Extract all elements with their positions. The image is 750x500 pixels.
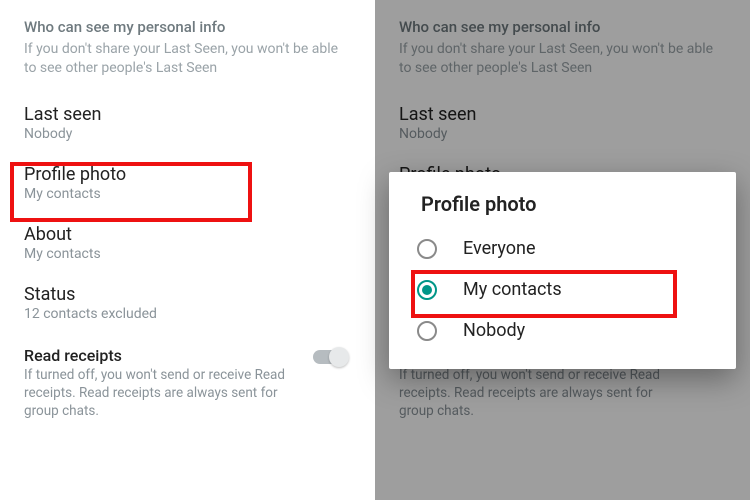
dialog-title: Profile photo [421,192,726,216]
setting-title: Status [24,284,351,305]
privacy-items: Last seen Nobody Profile photo My contac… [0,82,375,431]
setting-title: About [24,224,351,245]
setting-last-seen[interactable]: Last seen Nobody [0,92,375,152]
side-by-side-screenshots: Who can see my personal info If you don'… [0,0,750,500]
radio-icon [417,321,437,341]
radio-icon [417,239,437,259]
privacy-header-title: Who can see my personal info [24,18,351,36]
radio-icon [417,280,437,300]
option-my-contacts[interactable]: My contacts [399,269,726,310]
option-label: Nobody [463,320,525,341]
option-nobody[interactable]: Nobody [399,310,726,351]
profile-photo-dialog: Profile photo Everyone My contacts Nobod… [389,172,736,369]
option-label: My contacts [463,279,562,300]
setting-value: Nobody [24,126,351,142]
setting-profile-photo[interactable]: Profile photo My contacts [0,152,375,212]
setting-title: Last seen [24,104,351,125]
privacy-header-subtitle: If you don't share your Last Seen, you w… [24,40,351,78]
setting-title: Read receipts [24,346,303,365]
privacy-header: Who can see my personal info If you don'… [0,0,375,82]
setting-read-receipts[interactable]: Read receipts If turned off, you won't s… [0,332,375,431]
setting-value: If turned off, you won't send or receive… [24,366,303,421]
setting-value: My contacts [24,186,351,202]
privacy-settings-screen-right: Who can see my personal info If you don'… [375,0,750,500]
option-everyone[interactable]: Everyone [399,228,726,269]
option-label: Everyone [463,238,536,259]
setting-about[interactable]: About My contacts [0,212,375,272]
setting-status[interactable]: Status 12 contacts excluded [0,272,375,332]
setting-value: My contacts [24,246,351,262]
read-receipts-toggle[interactable] [313,350,347,364]
setting-value: 12 contacts excluded [24,306,351,322]
privacy-settings-screen-left: Who can see my personal info If you don'… [0,0,375,500]
setting-title: Profile photo [24,164,351,185]
